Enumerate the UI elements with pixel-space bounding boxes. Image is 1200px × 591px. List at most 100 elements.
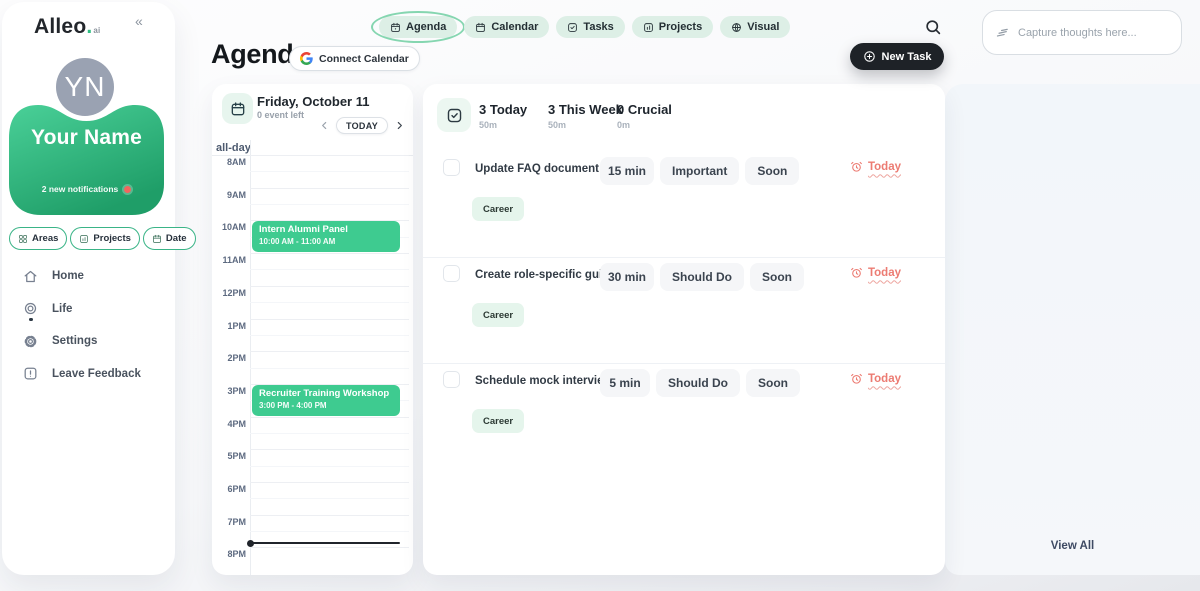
current-time-indicator (250, 542, 400, 544)
life-icon-wrap (23, 301, 38, 316)
filter-label: Date (166, 233, 187, 244)
check-square-icon (446, 107, 463, 124)
task-checkbox[interactable] (443, 265, 460, 282)
hour-label: 2PM (212, 353, 246, 363)
main-nav: Agenda Calendar Tasks Projects Visual (379, 16, 790, 38)
view-all-link[interactable]: View All (945, 540, 1200, 552)
half-hour-line (250, 433, 409, 434)
half-hour-line (250, 335, 409, 336)
stat-0-crucial: 0 Crucial0m (617, 102, 686, 130)
task-row[interactable]: Update FAQ document15 minImportantSoon To… (423, 152, 945, 258)
hour-line (250, 286, 409, 287)
connect-calendar-label: Connect Calendar (319, 53, 409, 65)
task-due[interactable]: Today (850, 372, 901, 385)
filter-date[interactable]: Date (143, 227, 196, 250)
sidebar-item-home[interactable]: Home (23, 260, 141, 293)
sidebar-item-label: Life (52, 303, 72, 315)
capture-thoughts-input[interactable] (1018, 27, 1169, 39)
active-indicator-dot (29, 318, 33, 322)
sidebar-item-settings[interactable]: Settings (23, 325, 141, 358)
sidebar-filters: Areas Projects Date (9, 227, 196, 250)
task-checkbox[interactable] (443, 371, 460, 388)
notifications[interactable]: 2 new notifications (7, 184, 166, 194)
hour-label: 7PM (212, 517, 246, 527)
tasks-panel-iconbox (437, 98, 471, 132)
sidebar: Alleo.ai « YN Your Name 2 new notificati… (2, 2, 175, 575)
task-priority-pill[interactable]: Important (660, 157, 739, 185)
sidebar-item-leave-feedback[interactable]: Leave Feedback (23, 358, 141, 391)
task-priority-pill[interactable]: Should Do (660, 263, 744, 291)
tab-label: Agenda (406, 21, 446, 33)
tab-projects[interactable]: Projects (632, 16, 713, 38)
half-hour-line (250, 531, 409, 532)
feedback-icon (23, 366, 38, 381)
task-timing-pill[interactable]: Soon (746, 369, 800, 397)
hour-label: 9AM (212, 190, 246, 200)
filter-label: Projects (93, 233, 131, 244)
task-row[interactable]: Create role-specific guide30 minShould D… (423, 258, 945, 364)
new-task-button[interactable]: New Task (850, 43, 944, 70)
app-logo: Alleo.ai (34, 15, 100, 39)
task-tag-career[interactable]: Career (472, 303, 524, 327)
hour-line (250, 449, 409, 450)
task-tag-career[interactable]: Career (472, 197, 524, 221)
filter-projects[interactable]: Projects (70, 227, 140, 250)
calendar-events-left: 0 event left (257, 110, 304, 120)
notifications-text: 2 new notifications (42, 184, 119, 194)
sidebar-item-life[interactable]: Life (23, 293, 141, 326)
hour-line (250, 319, 409, 320)
task-due[interactable]: Today (850, 266, 901, 279)
new-task-label: New Task (882, 51, 932, 63)
chevron-right-icon[interactable] (394, 120, 405, 131)
calendar-nav: TODAY (319, 117, 405, 134)
task-timing-pill[interactable]: Soon (745, 157, 799, 185)
sidebar-item-label: Leave Feedback (52, 368, 141, 380)
chevron-left-icon[interactable] (319, 120, 330, 131)
task-duration-pill[interactable]: 5 min (600, 369, 650, 397)
half-hour-line (250, 498, 409, 499)
task-tag-career[interactable]: Career (472, 409, 524, 433)
sidebar-menu: Home Life Settings Leave Feedback (23, 260, 141, 390)
hour-label: 10AM (212, 222, 246, 232)
task-title: Schedule mock interview (475, 375, 612, 387)
hour-line (250, 188, 409, 189)
task-duration-pill[interactable]: 30 min (600, 263, 654, 291)
search-icon[interactable] (924, 18, 942, 36)
filter-label: Areas (32, 233, 58, 244)
calendar-time-grid: all-day 8AM9AM10AM11AM12PM1PM2PM3PM4PM5P… (212, 140, 413, 575)
logo-dot: . (86, 15, 92, 38)
task-timing-pill[interactable]: Soon (750, 263, 804, 291)
task-due[interactable]: Today (850, 160, 901, 173)
task-checkbox[interactable] (443, 159, 460, 176)
hour-label: 8AM (212, 157, 246, 167)
collapse-sidebar-button[interactable]: « (135, 13, 143, 29)
hour-line (250, 547, 409, 548)
connect-calendar-button[interactable]: Connect Calendar (289, 46, 420, 71)
tab-agenda[interactable]: Agenda (379, 16, 457, 38)
areas-icon (18, 234, 28, 244)
task-row[interactable]: Schedule mock interview5 minShould DoSoo… (423, 364, 945, 470)
filter-areas[interactable]: Areas (9, 227, 67, 250)
hour-label: 4PM (212, 419, 246, 429)
calendar-event-recruiter-training-workshop[interactable]: Recruiter Training Workshop3:00 PM - 4:0… (252, 385, 400, 416)
tab-visual[interactable]: Visual (720, 16, 790, 38)
life-icon (23, 301, 38, 316)
tab-calendar[interactable]: Calendar (464, 16, 549, 38)
today-button[interactable]: TODAY (336, 117, 388, 134)
task-pill-row: 15 minImportantSoon (600, 157, 799, 185)
user-name: Your Name (7, 126, 166, 150)
projects-box-icon (79, 234, 89, 244)
event-title: Intern Alumni Panel (259, 224, 393, 235)
task-due-label: Today (868, 161, 901, 173)
home-icon-wrap (23, 269, 38, 284)
task-pill-row: 5 minShould DoSoon (600, 369, 800, 397)
task-title: Update FAQ document (475, 163, 599, 175)
calendar-event-intern-alumni-panel[interactable]: Intern Alumni Panel10:00 AM - 11:00 AM (252, 221, 400, 252)
hour-label: 8PM (212, 549, 246, 559)
alarm-icon (850, 372, 863, 385)
task-priority-pill[interactable]: Should Do (656, 369, 740, 397)
tab-tasks[interactable]: Tasks (556, 16, 624, 38)
task-duration-pill[interactable]: 15 min (600, 157, 654, 185)
all-day-label: all-day (216, 142, 251, 154)
tasks-panel: 3 Today50m3 This Week50m0 Crucial0m Upda… (423, 84, 945, 575)
